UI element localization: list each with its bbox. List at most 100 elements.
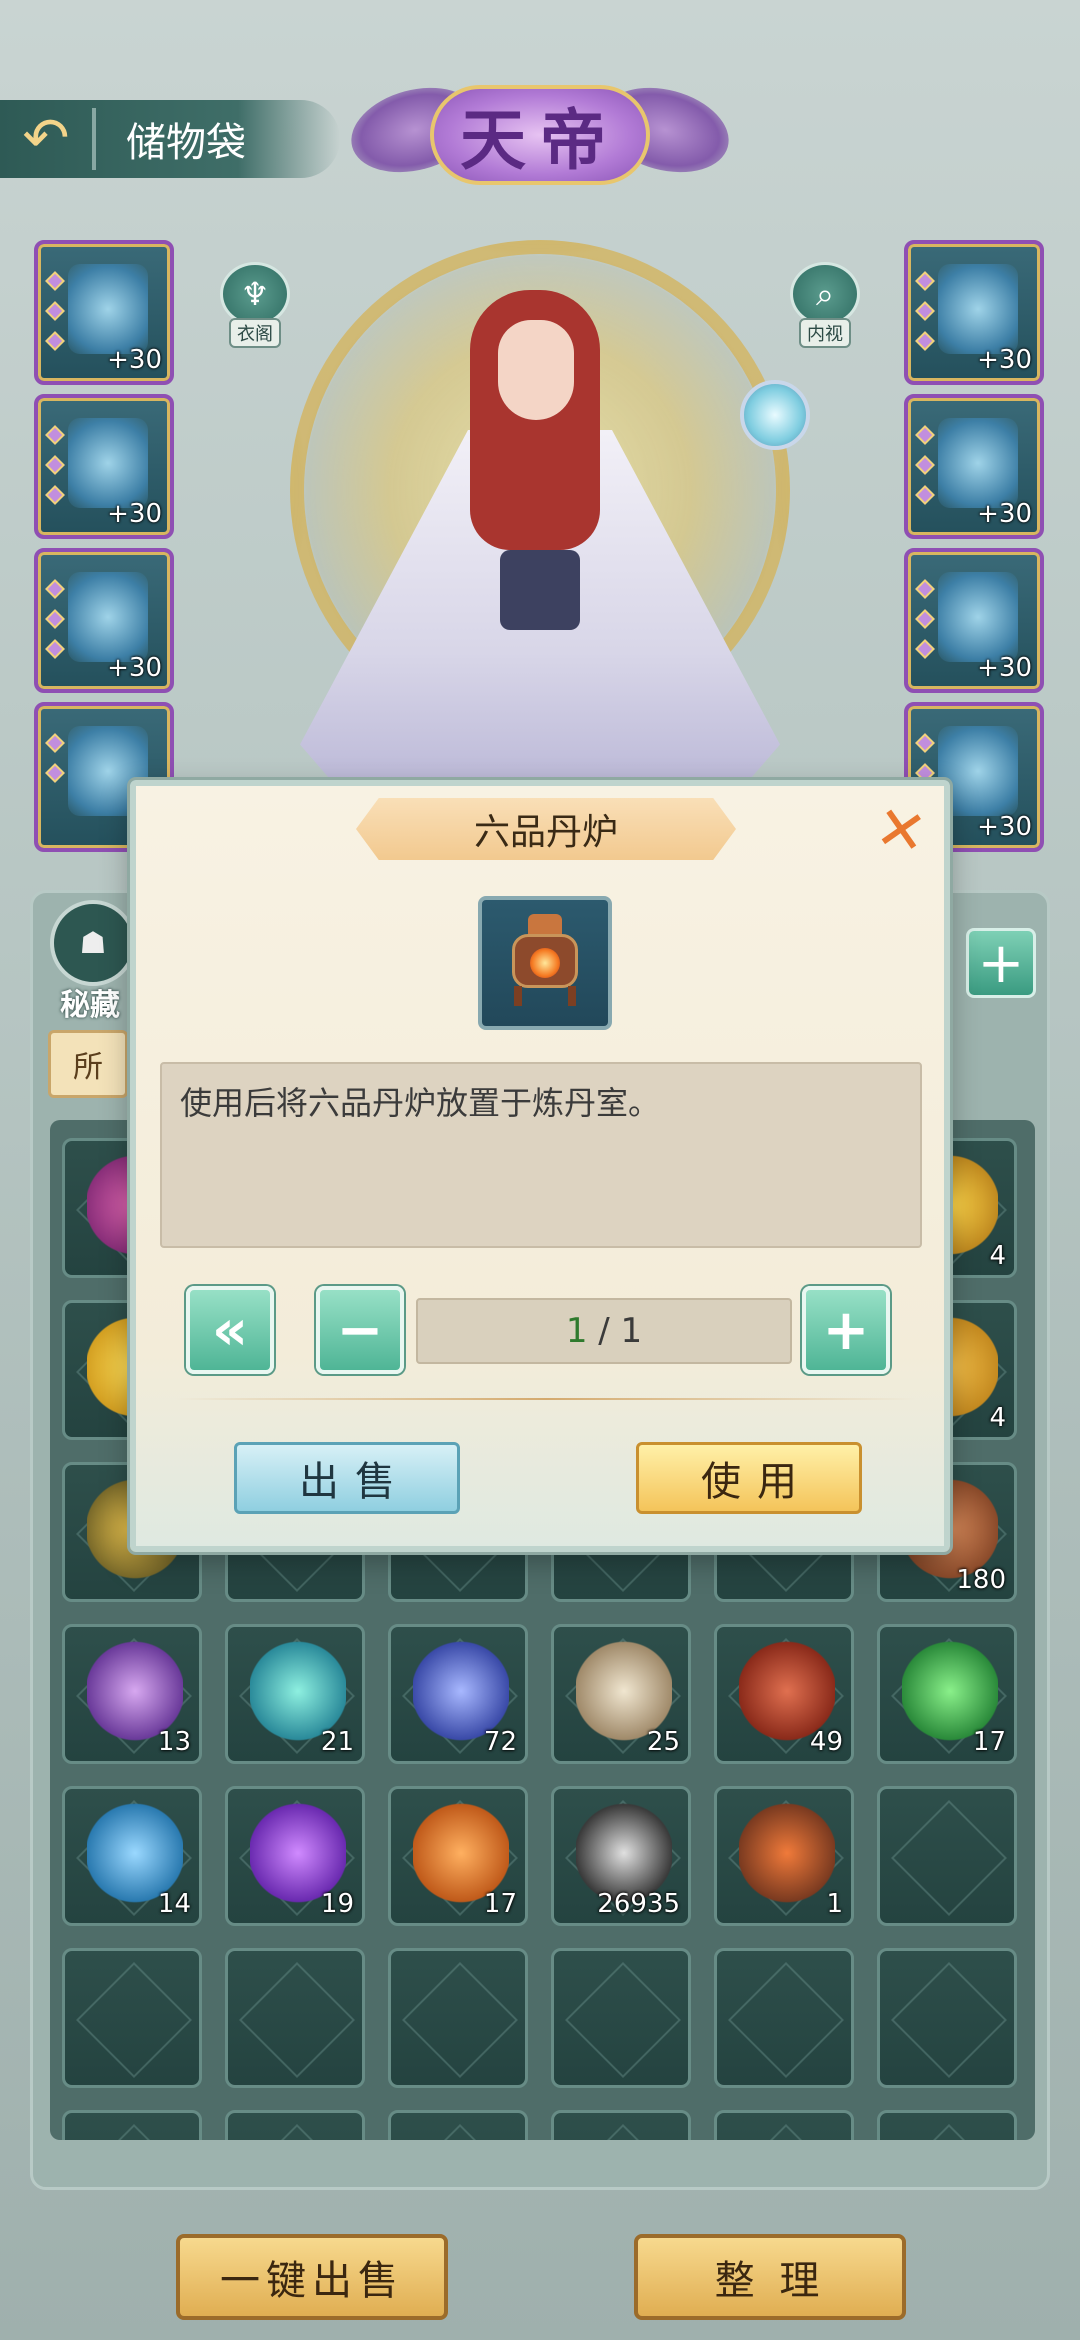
red-ore-item[interactable]: 49 (714, 1624, 854, 1764)
wardrobe-icon: ♆ (220, 262, 290, 326)
empty-slot[interactable] (388, 1948, 528, 2088)
item-count: 21 (320, 1727, 354, 1757)
empty-slot[interactable] (877, 1786, 1017, 1926)
equip-slot-armor[interactable]: +30 (34, 548, 174, 693)
black-iron-ore-item[interactable]: 26935 (551, 1786, 691, 1926)
empty-slot[interactable] (388, 2110, 528, 2140)
item-count: 19 (320, 1889, 354, 1919)
gem-icon (45, 301, 65, 321)
inspect-button[interactable]: ⌕ 内视 (782, 262, 868, 348)
gem-icon (915, 733, 935, 753)
wardrobe-label: 衣阁 (229, 318, 281, 348)
equip-slot-ring[interactable]: +30 (904, 240, 1044, 385)
enhance-level: +30 (107, 345, 162, 375)
empty-slot[interactable] (62, 2110, 202, 2140)
orange-crystal-item[interactable]: 17 (388, 1786, 528, 1926)
jade-crystal-item[interactable]: 21 (225, 1624, 365, 1764)
equip-slot-bangle[interactable]: +30 (904, 548, 1044, 693)
gem-icon (45, 639, 65, 659)
green-crystal-item-icon (902, 1641, 998, 1741)
spirit-flower-item[interactable]: 13 (62, 1624, 202, 1764)
item-count: 25 (646, 1727, 680, 1757)
empty-slot[interactable] (551, 1948, 691, 2088)
blue-crystal-item[interactable]: 14 (62, 1786, 202, 1926)
alchemy-furnace-item[interactable]: 1 (714, 1786, 854, 1926)
enhance-level: +30 (107, 499, 162, 529)
empty-slot[interactable] (877, 1948, 1017, 2088)
empty-slot[interactable] (877, 2110, 1017, 2140)
gem-icon (45, 579, 65, 599)
empty-slot[interactable] (225, 1948, 365, 2088)
qty-current: 1 (565, 1311, 588, 1351)
gem-icon (45, 485, 65, 505)
gem-icon (45, 609, 65, 629)
purple-crystal-item[interactable]: 19 (225, 1786, 365, 1926)
back-arrow-icon[interactable]: ↶ (8, 108, 84, 170)
empty-slot[interactable] (62, 1948, 202, 2088)
gem-icon (915, 331, 935, 351)
sell-button[interactable]: 出售 (234, 1442, 460, 1514)
black-iron-ore-item-icon (576, 1803, 672, 1903)
rank-title: 天帝 (430, 85, 650, 185)
gem-icon (915, 425, 935, 445)
empty-slot[interactable] (225, 2110, 365, 2140)
scroll-item-icon (576, 1641, 672, 1741)
blue-gold-crystal-item[interactable]: 72 (388, 1624, 528, 1764)
inspect-label: 内视 (799, 318, 851, 348)
pendant-icon (938, 418, 1018, 508)
tab-all[interactable]: 所 (48, 1030, 128, 1098)
gem-icon (45, 425, 65, 445)
gem-icon (45, 763, 65, 783)
qty-increase-button[interactable]: + (802, 1286, 890, 1374)
gem-icon (45, 455, 65, 475)
equip-slot-weapon[interactable]: +30 (34, 240, 174, 385)
vault-icon: ☗ (50, 900, 136, 986)
gem-icon (915, 579, 935, 599)
enhance-level: +30 (977, 653, 1032, 683)
qty-min-button[interactable]: « (186, 1286, 274, 1374)
spirit-flower-item-icon (87, 1641, 183, 1741)
empty-slot[interactable] (714, 2110, 854, 2140)
red-ore-item-icon (739, 1641, 835, 1741)
enhance-level: +30 (977, 812, 1032, 842)
item-count: 17 (972, 1727, 1006, 1757)
qty-separator: / (587, 1311, 621, 1351)
belt-icon (68, 418, 148, 508)
item-count: 72 (483, 1727, 517, 1757)
sort-button[interactable]: 整 理 (634, 2234, 906, 2320)
sword-icon (68, 264, 148, 354)
enhance-level: +30 (107, 653, 162, 683)
character-face (498, 320, 574, 420)
enhance-level: +30 (977, 345, 1032, 375)
orange-crystal-item-icon (413, 1803, 509, 1903)
sell-all-button[interactable]: 一键出售 (176, 2234, 448, 2320)
purple-crystal-item-icon (250, 1803, 346, 1903)
wardrobe-button[interactable]: ♆ 衣阁 (212, 262, 298, 348)
empty-slot[interactable] (551, 2110, 691, 2140)
close-icon[interactable]: ✕ (861, 792, 941, 870)
item-detail-modal: 六品丹炉 ✕ 使用后将六品丹炉放置于炼丹室。 « − 1 / 1 + 出售 使用 (130, 780, 950, 1552)
jade-crystal-item-icon (250, 1641, 346, 1741)
character-sash (500, 550, 580, 630)
gem-icon (915, 609, 935, 629)
item-count: 14 (157, 1889, 191, 1919)
item-count: 4 (989, 1241, 1006, 1271)
use-button[interactable]: 使用 (636, 1442, 862, 1514)
expand-bag-button[interactable]: + (966, 928, 1036, 998)
gem-icon (915, 301, 935, 321)
empty-slot[interactable] (714, 1948, 854, 2088)
item-count: 1 (826, 1889, 843, 1919)
item-count: 180 (956, 1565, 1006, 1595)
item-count: 13 (157, 1727, 191, 1757)
qty-decrease-button[interactable]: − (316, 1286, 404, 1374)
robe-icon (68, 572, 148, 662)
divider (176, 1398, 916, 1400)
green-crystal-item[interactable]: 17 (877, 1624, 1017, 1764)
floating-orb-weapon (740, 380, 810, 450)
gem-icon (45, 271, 65, 291)
equip-slot-pendant[interactable]: +30 (904, 394, 1044, 539)
gem-icon (915, 271, 935, 291)
secret-storage-label: 秘藏 (60, 988, 120, 1023)
equip-slot-belt[interactable]: +30 (34, 394, 174, 539)
scroll-item[interactable]: 25 (551, 1624, 691, 1764)
